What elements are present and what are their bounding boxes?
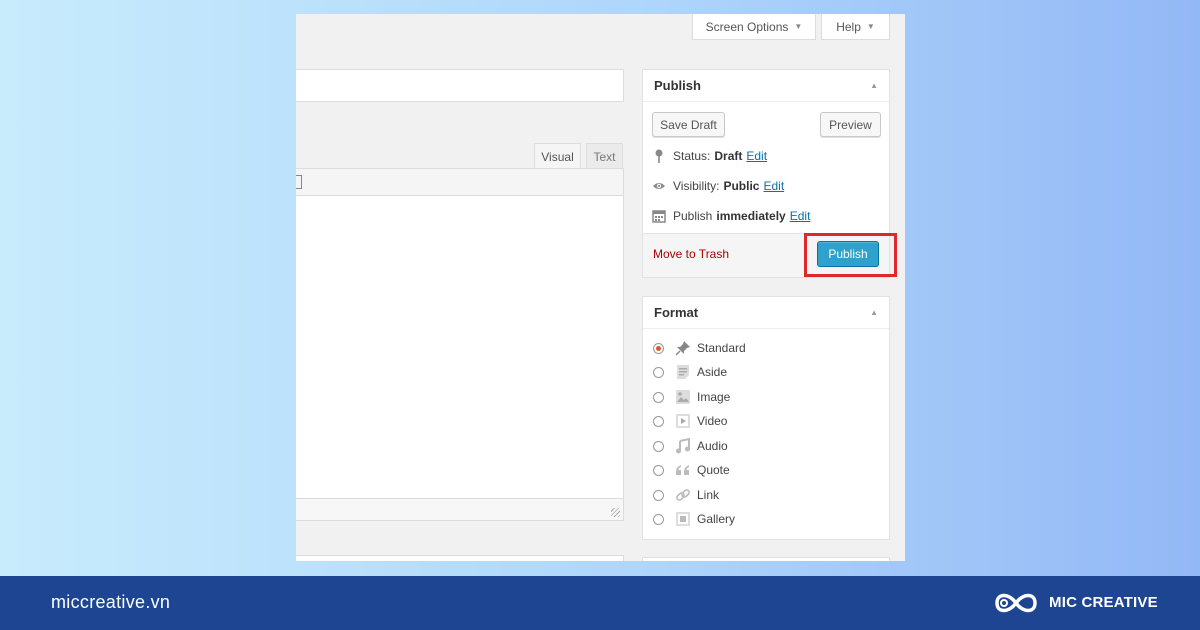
format-option-video[interactable]: Video (653, 412, 727, 430)
wp-admin-screen: Screen Options ▼ Help ▼ Visual Text Publ… (296, 14, 905, 561)
screen-options-label: Screen Options (705, 19, 789, 34)
format-box-title: Format (654, 305, 699, 320)
format-option-gallery[interactable]: Gallery (653, 510, 735, 528)
editor-statusbar (296, 499, 624, 521)
collapse-arrow-icon[interactable]: ▲ (870, 308, 878, 317)
resize-handle[interactable] (611, 508, 620, 517)
format-radio-image[interactable] (653, 391, 664, 403)
format-option-quote[interactable]: Quote (653, 461, 730, 479)
collapse-arrow-icon[interactable]: ▲ (870, 81, 878, 90)
editor-toolbar (296, 168, 624, 196)
post-content-editor[interactable] (296, 196, 624, 499)
audio-icon (674, 438, 691, 455)
format-radio-video[interactable] (653, 415, 664, 427)
link-icon (674, 487, 691, 504)
visibility-label: Visibility: (673, 179, 720, 193)
tab-visual[interactable]: Visual (534, 143, 581, 169)
quote-icon (674, 462, 691, 479)
pin-icon (652, 149, 666, 163)
format-radio-standard[interactable] (653, 342, 664, 354)
edit-status-link[interactable]: Edit (746, 149, 767, 163)
aside-icon (674, 364, 691, 381)
publish-time-row: Publish immediately Edit (652, 208, 810, 224)
mic-creative-logo-icon (995, 593, 1037, 613)
visibility-value: Public (723, 179, 760, 193)
format-radio-audio[interactable] (653, 440, 664, 452)
publish-time-label: Publish (673, 209, 713, 223)
format-label-image: Image (697, 390, 731, 404)
screen-options-button[interactable]: Screen Options ▼ (692, 14, 816, 40)
status-label: Status: (673, 149, 711, 163)
publish-box: Publish ▲ Save Draft Preview Status: Dra… (642, 69, 890, 278)
move-to-trash-link[interactable]: Move to Trash (653, 247, 729, 261)
site-url: miccreative.vn (51, 592, 171, 612)
format-option-image[interactable]: Image (653, 388, 730, 406)
publish-button[interactable]: Publish (817, 241, 879, 267)
format-box-header[interactable]: Format ▲ (643, 297, 889, 329)
post-title-input[interactable] (296, 69, 624, 102)
visibility-row: Visibility: Public Edit (652, 178, 784, 194)
edit-visibility-link[interactable]: Edit (763, 179, 784, 193)
format-option-audio[interactable]: Audio (653, 437, 728, 455)
brand-name: MIC CREATIVE (1049, 594, 1158, 611)
format-radio-gallery[interactable] (653, 513, 664, 525)
eye-icon (652, 179, 666, 193)
save-draft-button[interactable]: Save Draft (652, 112, 725, 137)
format-label-aside: Aside (697, 365, 728, 379)
format-radio-aside[interactable] (653, 366, 664, 378)
format-label-link: Link (697, 488, 720, 502)
format-label-gallery: Gallery (697, 512, 736, 526)
caret-down-icon: ▼ (866, 22, 875, 31)
format-label-video: Video (697, 414, 728, 428)
help-label: Help (836, 19, 861, 34)
format-label-quote: Quote (697, 463, 730, 477)
pushpin-icon (674, 340, 691, 357)
calendar-icon (652, 209, 666, 223)
publish-time-value: immediately (716, 209, 786, 223)
publish-box-title: Publish (654, 78, 701, 93)
status-value: Draft (714, 149, 743, 163)
post-status-row: Status: Draft Edit (652, 148, 767, 164)
format-radio-quote[interactable] (653, 464, 664, 476)
help-button[interactable]: Help ▼ (821, 14, 890, 40)
gallery-icon (674, 511, 691, 528)
tab-text[interactable]: Text (586, 143, 623, 169)
metabox-below-editor (296, 555, 624, 561)
image-icon (674, 389, 691, 406)
format-label-standard: Standard (697, 341, 746, 355)
caret-down-icon: ▼ (794, 22, 803, 31)
format-radio-link[interactable] (653, 489, 664, 501)
format-option-standard[interactable]: Standard (653, 339, 746, 357)
video-icon (674, 413, 691, 430)
format-box: Format ▲ Standard Aside Image Video Audi… (642, 296, 890, 540)
toolbar-toggle-icon[interactable] (296, 175, 302, 189)
publish-actions: Move to Trash Publish (643, 233, 889, 277)
preview-button[interactable]: Preview (820, 112, 881, 137)
edit-publish-time-link[interactable]: Edit (790, 209, 811, 223)
publish-box-header[interactable]: Publish ▲ (643, 70, 889, 102)
format-label-audio: Audio (697, 439, 728, 453)
format-option-aside[interactable]: Aside (653, 363, 727, 381)
next-metabox (642, 557, 890, 561)
format-option-link[interactable]: Link (653, 486, 719, 504)
